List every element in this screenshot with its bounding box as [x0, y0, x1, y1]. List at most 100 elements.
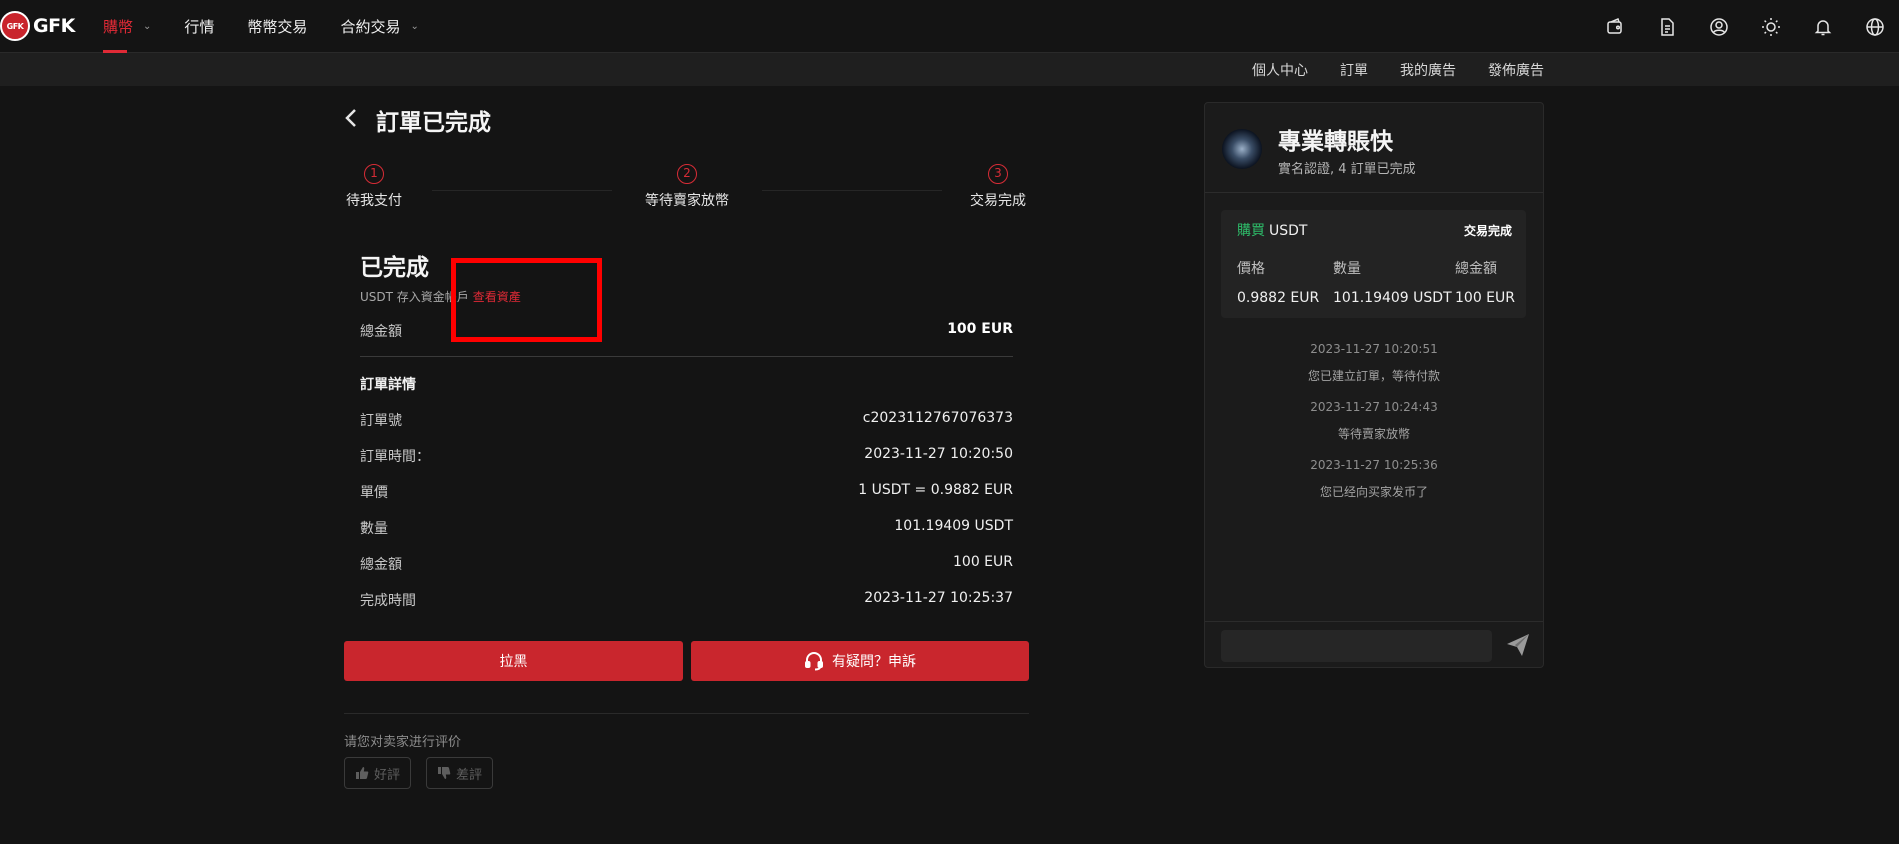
theme-sun-icon[interactable]	[1755, 11, 1787, 43]
chat-input-bar	[1205, 621, 1543, 667]
event-time: 2023-11-27 10:24:43	[1310, 400, 1438, 414]
good-rating-button[interactable]: 好評	[344, 757, 412, 789]
bad-rating-button[interactable]: 差評	[426, 757, 494, 789]
event-message: 等待賣家放幣	[1337, 427, 1410, 441]
detail-row-order-number: 訂單號 c2023112767076373	[360, 410, 1013, 430]
detail-value: c2023112767076373	[862, 410, 1013, 426]
subnav-item-personal-center[interactable]: 個人中心	[1252, 60, 1308, 80]
appeal-button[interactable]: 有疑問？申訴	[691, 641, 1029, 681]
thumbs-up-icon	[356, 767, 369, 779]
nav-item-spot-trading[interactable]: 幣幣交易	[247, 0, 307, 53]
detail-value: 100 EUR	[953, 554, 1013, 570]
event-message: 您已经向买家发币了	[1319, 485, 1428, 499]
detail-label: 總金額	[360, 557, 402, 573]
step-completed: 3 交易完成	[970, 164, 1026, 210]
merchant-info: 實名認證, 4 訂單已完成	[1278, 162, 1416, 177]
logo-badge: GFK	[0, 11, 30, 41]
column-header: 價格	[1237, 261, 1265, 277]
nav-item-futures-trading[interactable]: 合約交易 ⌄	[340, 0, 418, 53]
order-coin: USDT	[1269, 223, 1308, 239]
event-message: 您已建立訂單，等待付款	[1307, 369, 1440, 383]
order-details-title: 訂單詳情	[360, 377, 416, 393]
chevron-down-icon: ⌄	[143, 21, 152, 32]
total-amount-value: 100 EUR	[947, 321, 1013, 337]
merchant-header: 專業轉賬快 實名認證, 4 訂單已完成	[1205, 103, 1543, 193]
appeal-button-label: 有疑問？申訴	[832, 654, 916, 670]
headset-icon	[805, 652, 823, 671]
subnav-item-my-ads[interactable]: 我的廣告	[1400, 60, 1456, 80]
nav-item-label: 合約交易	[340, 18, 401, 36]
detail-label: 訂單號	[360, 413, 402, 429]
step-pending-payment: 1 待我支付	[346, 164, 402, 210]
detail-value: 1 USDT = 0.9882 EUR	[858, 482, 1013, 498]
block-button-label: 拉黑	[499, 654, 528, 670]
top-navbar: GFK GFK 購幣 ⌄ 行情 幣幣交易 合約交易 ⌄	[0, 0, 1899, 53]
rating-prompt: 请您对卖家进行评价	[344, 735, 462, 750]
column-value: 100 EUR	[1455, 290, 1515, 306]
total-amount-label: 總金額	[360, 324, 402, 340]
total-amount-row: 總金額 100 EUR	[360, 321, 1013, 341]
thumbs-down-icon	[438, 767, 451, 779]
order-price-column: 價格 0.9882 EUR	[1237, 258, 1319, 306]
order-side-label: 購買	[1237, 223, 1265, 239]
wallet-icon[interactable]	[1599, 11, 1631, 43]
page-title: 訂單已完成	[376, 110, 491, 136]
order-quantity-column: 數量 101.19409 USDT	[1333, 258, 1452, 306]
send-button[interactable]	[1505, 632, 1531, 658]
step-label: 等待賣家放幣	[645, 193, 729, 209]
detail-row-total: 總金額 100 EUR	[360, 554, 1013, 574]
globe-icon[interactable]	[1859, 11, 1891, 43]
divider	[344, 713, 1029, 714]
step-number: 3	[988, 164, 1008, 184]
nav-item-buy-crypto[interactable]: 購幣 ⌄	[103, 0, 151, 53]
detail-label: 完成時間	[360, 593, 416, 609]
event-item: 2023-11-27 10:24:43 等待賣家放幣	[1205, 400, 1543, 442]
column-value: 0.9882 EUR	[1237, 290, 1320, 306]
logo-text: GFK	[33, 15, 75, 37]
event-time: 2023-11-27 10:25:36	[1310, 458, 1438, 472]
chevron-left-icon	[345, 109, 356, 127]
document-icon[interactable]	[1651, 11, 1683, 43]
step-connector	[432, 190, 612, 191]
nav-item-label: 購幣	[103, 18, 134, 36]
detail-label: 數量	[360, 521, 388, 537]
logo[interactable]: GFK GFK	[0, 10, 75, 42]
step-number: 2	[677, 164, 697, 184]
order-status-badge: 交易完成	[1463, 224, 1512, 238]
main-nav: 購幣 ⌄ 行情 幣幣交易 合約交易 ⌄	[103, 0, 452, 53]
step-connector	[762, 190, 942, 191]
step-awaiting-release: 2 等待賣家放幣	[644, 164, 730, 210]
subnav-item-orders[interactable]: 訂單	[1340, 60, 1368, 80]
order-chat-panel: 專業轉賬快 實名認證, 4 訂單已完成 購買 USDT 交易完成 價格 0.988…	[1204, 102, 1544, 668]
status-title: 已完成	[360, 255, 429, 281]
bell-icon[interactable]	[1807, 11, 1839, 43]
nav-item-label: 行情	[184, 18, 215, 36]
step-number: 1	[364, 164, 384, 184]
detail-value: 2023-11-27 10:25:37	[864, 590, 1013, 606]
subnav-item-post-ad[interactable]: 發佈廣告	[1488, 60, 1544, 80]
sub-nav: 個人中心 訂單 我的廣告 發佈廣告	[1220, 53, 1544, 86]
column-header: 總金額	[1455, 261, 1497, 277]
detail-row-unit-price: 單價 1 USDT = 0.9882 EUR	[360, 482, 1013, 502]
column-value: 101.19409 USDT	[1333, 290, 1452, 306]
block-button[interactable]: 拉黑	[344, 641, 683, 681]
user-icon[interactable]	[1703, 11, 1735, 43]
step-label: 交易完成	[970, 193, 1026, 209]
event-item: 2023-11-27 10:20:51 您已建立訂單，等待付款	[1205, 342, 1543, 384]
detail-row-completion-time: 完成時間 2023-11-27 10:25:37	[360, 590, 1013, 610]
step-label: 待我支付	[346, 193, 402, 209]
detail-label: 訂單時間：	[360, 449, 430, 465]
detail-label: 單價	[360, 485, 388, 501]
send-icon	[1507, 634, 1529, 656]
chat-input[interactable]	[1221, 630, 1492, 662]
avatar	[1222, 129, 1262, 169]
event-item: 2023-11-27 10:25:36 您已经向买家发币了	[1205, 458, 1543, 500]
detail-value: 101.19409 USDT	[894, 518, 1013, 534]
detail-row-quantity: 數量 101.19409 USDT	[360, 518, 1013, 538]
back-button[interactable]	[344, 106, 366, 130]
nav-item-markets[interactable]: 行情	[184, 0, 214, 53]
sub-navbar: 個人中心 訂單 我的廣告 發佈廣告	[0, 53, 1899, 86]
event-time: 2023-11-27 10:20:51	[1310, 342, 1438, 356]
order-total-column: 總金額 100 EUR	[1455, 258, 1515, 306]
nav-icons	[1579, 11, 1891, 43]
